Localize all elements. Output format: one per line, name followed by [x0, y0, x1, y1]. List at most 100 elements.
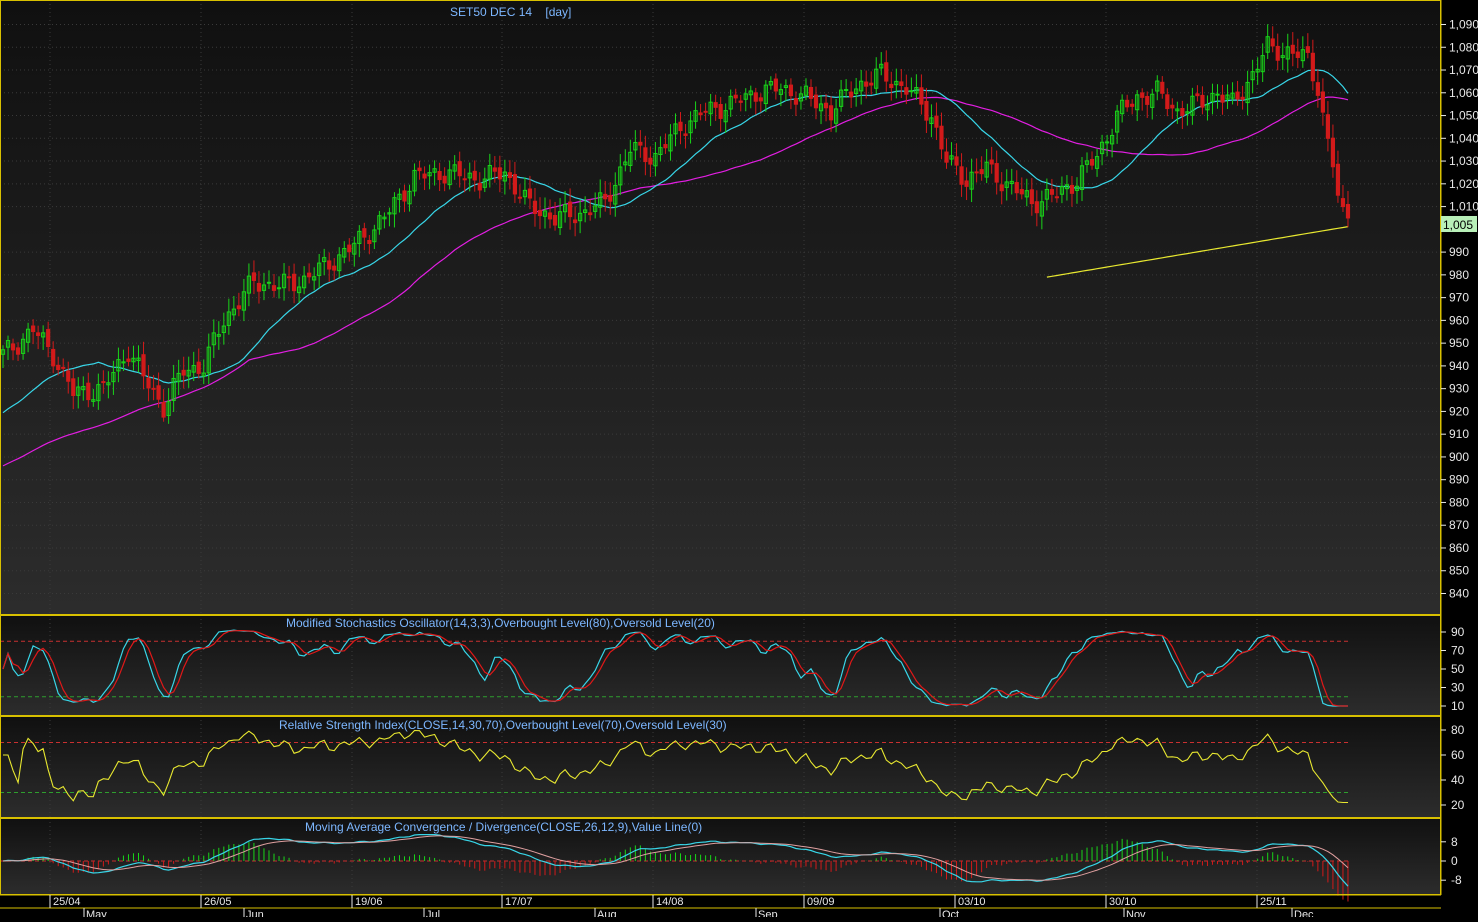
candle-body [66, 370, 71, 382]
month-tick-label: Jul [426, 909, 440, 917]
price-tick-label: 860 [1449, 541, 1469, 555]
price-tick-label: 920 [1449, 404, 1469, 418]
price-chart-title: SET50 DEC 14 [day] [450, 5, 571, 19]
candle-body [1315, 82, 1320, 96]
price-panel[interactable] [0, 0, 1440, 614]
price-tick-label: 1,020 [1449, 177, 1478, 191]
candle-body [10, 343, 16, 351]
candle-body [1215, 93, 1220, 96]
candle-body [161, 402, 166, 418]
month-tick-label: Oct [942, 909, 959, 917]
candle-body [1310, 52, 1315, 82]
candle-body [1290, 44, 1295, 54]
candle-body [959, 166, 964, 185]
candle-body [979, 169, 984, 175]
candle-body [156, 385, 161, 400]
candle-body [828, 105, 834, 121]
date-tick-label: 14/08 [656, 896, 684, 908]
candle-body [126, 358, 131, 362]
month-tick-label: Aug [597, 909, 617, 917]
stochastic-title: Modified Stochastics Oscillator(14,3,3),… [286, 616, 715, 630]
candle-body [1320, 91, 1325, 113]
candle-body [517, 196, 523, 199]
price-axis: 1,090 1,080 1,070 1,060 1,050 1,040 1,030 1,020… [1441, 18, 1478, 601]
candle-body [1325, 114, 1331, 139]
price-tick-label: 990 [1449, 245, 1469, 259]
candle-body [286, 276, 292, 279]
stochastic-tick-label: 90 [1451, 625, 1465, 639]
candle-body [1034, 201, 1039, 214]
candle-body [1019, 189, 1024, 195]
candle-body [964, 180, 969, 187]
candle-body [527, 188, 533, 199]
candle-body [422, 173, 427, 179]
rsi-tick-label: 40 [1451, 773, 1465, 787]
candle-body [954, 156, 959, 166]
candle-body [773, 78, 778, 92]
chart-canvas: 1,090 1,080 1,070 1,060 1,050 1,040 1,030 1,020… [0, 0, 1478, 921]
candle-body [251, 272, 257, 281]
date-tick-label: 25/04 [53, 896, 81, 908]
date-axis: 25/04 26/05 19/06 17/07 14/08 09/09 03/10 30/10… [49, 895, 1314, 921]
stochastic-tick-label: 70 [1451, 644, 1465, 658]
candle-body [718, 103, 723, 119]
candle-body [31, 325, 36, 333]
candle-body [462, 178, 467, 181]
candle-body [1165, 94, 1170, 110]
candle-body [588, 212, 593, 216]
candle-body [497, 167, 502, 180]
candle-body [276, 287, 282, 290]
candle-body [733, 94, 738, 99]
stochastic-tick-label: 50 [1451, 662, 1465, 676]
candle-body [568, 201, 573, 218]
candle-body [442, 175, 447, 184]
last-price-label: 1,005 [1443, 218, 1473, 232]
date-tick-label: 25/11 [1260, 896, 1287, 908]
candle-body [1160, 81, 1165, 94]
price-tick-label: 930 [1449, 382, 1469, 396]
candle-body [1275, 45, 1280, 61]
rsi-tick-label: 60 [1451, 748, 1465, 762]
candle-body [327, 260, 332, 270]
price-tick-label: 1,050 [1449, 109, 1478, 123]
candle-body [648, 157, 653, 165]
candle-body [1049, 189, 1054, 195]
candle-body [813, 94, 819, 109]
candle-body [61, 366, 66, 369]
candle-body [1220, 94, 1225, 103]
price-tick-label: 1,080 [1449, 40, 1478, 54]
date-tick-label: 30/10 [1109, 896, 1137, 908]
price-tick-label: 980 [1449, 268, 1469, 282]
candle-body [1335, 163, 1341, 196]
candle-body [477, 182, 482, 191]
candle-body [1029, 189, 1034, 205]
candle-body [934, 115, 939, 128]
candle-body [909, 90, 914, 93]
candle-body [864, 81, 869, 87]
candle-body [437, 171, 442, 181]
candle-body [86, 382, 91, 401]
month-tick-label: Nov [1126, 909, 1146, 917]
month-tick-label: May [86, 909, 107, 917]
candle-body [36, 332, 41, 336]
candle-body [507, 172, 512, 178]
candle-body [196, 361, 201, 374]
candle-body [15, 347, 21, 355]
price-tick-label: 940 [1449, 359, 1469, 373]
candle-body [989, 159, 994, 165]
candle-body [1305, 46, 1310, 53]
candle-body [944, 151, 949, 163]
candle-body [603, 193, 608, 200]
price-tick-label: 850 [1449, 564, 1469, 578]
candle-body [703, 110, 708, 113]
candle-body [307, 272, 312, 278]
candle-body [788, 84, 794, 97]
candle-body [1295, 51, 1300, 58]
candle-body [101, 381, 106, 384]
candle-body [146, 377, 151, 389]
candle-body [738, 100, 743, 103]
candle-body [1140, 92, 1145, 98]
candle-body [1145, 96, 1150, 105]
candle-body [1069, 184, 1075, 194]
candle-body [51, 348, 56, 367]
